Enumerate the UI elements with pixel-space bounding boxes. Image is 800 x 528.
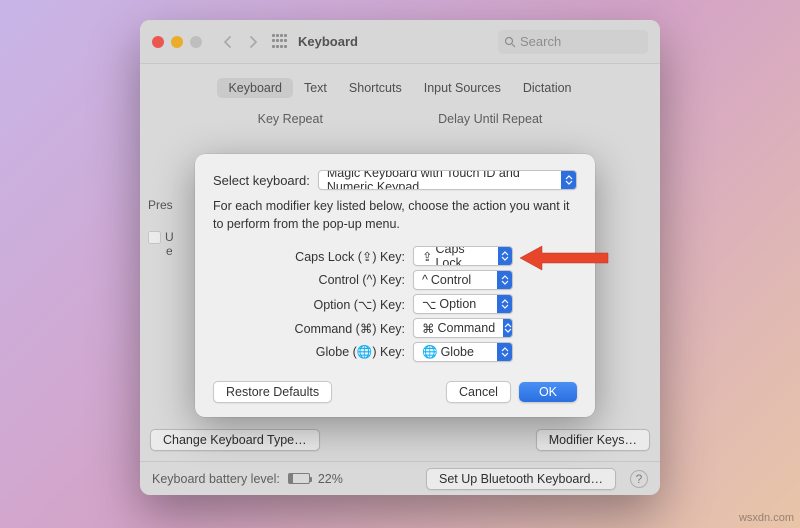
option-popup[interactable]: ⌥Option [413, 294, 513, 314]
row-command: Command (⌘) Key: ⌘Command [213, 317, 577, 339]
sheet-button-row: Restore Defaults Cancel OK [213, 381, 577, 403]
chevron-updown-icon [497, 295, 512, 313]
cancel-button[interactable]: Cancel [446, 381, 511, 403]
chevron-updown-icon [503, 319, 512, 337]
capslock-popup[interactable]: ⇪Caps Lock [413, 246, 513, 266]
chevron-updown-icon [561, 171, 576, 189]
globe-popup[interactable]: 🌐Globe [413, 342, 513, 362]
row-globe: Globe (🌐) Key: 🌐Globe [213, 341, 577, 363]
chevron-updown-icon [497, 343, 512, 361]
restore-defaults-button[interactable]: Restore Defaults [213, 381, 332, 403]
modifier-keys-sheet: Select keyboard: Magic Keyboard with Tou… [195, 154, 595, 417]
chevron-updown-icon [497, 271, 512, 289]
obscured-text: Pres U e [140, 188, 200, 368]
control-popup[interactable]: ^Control [413, 270, 513, 290]
select-keyboard-label: Select keyboard: [213, 173, 310, 188]
row-option: Option (⌥) Key: ⌥Option [213, 293, 577, 315]
keyboard-select-value: Magic Keyboard with Touch ID and Numeric… [319, 170, 561, 190]
hidden-checkbox [148, 231, 161, 244]
keyboard-select-popup[interactable]: Magic Keyboard with Touch ID and Numeric… [318, 170, 577, 190]
chevron-updown-icon [498, 247, 512, 265]
annotation-arrow [520, 243, 610, 273]
ok-button[interactable]: OK [519, 382, 577, 402]
sheet-description: For each modifier key listed below, choo… [213, 198, 577, 233]
watermark: wsxdn.com [739, 512, 794, 524]
command-popup[interactable]: ⌘Command [413, 318, 513, 338]
